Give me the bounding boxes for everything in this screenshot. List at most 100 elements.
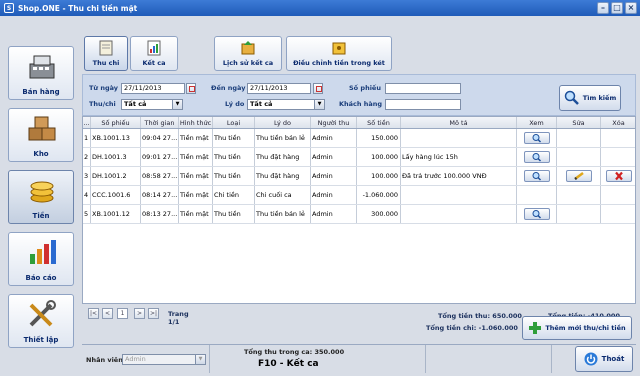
next-page-button[interactable]: > <box>134 308 145 319</box>
exit-button[interactable]: Thoát <box>575 346 633 372</box>
reason-select[interactable]: Tất cả ▼ <box>247 99 325 110</box>
column-header[interactable]: Số tiền <box>357 117 401 128</box>
view-button[interactable] <box>524 208 550 220</box>
from-date-field[interactable]: 27/11/2013 <box>121 83 185 94</box>
table-row[interactable]: 5 XB.1001.12 08:13 27... Tiền mặt Thu tiền Th… <box>83 205 635 224</box>
add-voucher-button[interactable]: Thêm mới thu/chi tiền <box>522 316 632 340</box>
maximize-button[interactable]: □ <box>611 2 623 14</box>
table-cell: Thu tiền bán lẻ <box>255 205 311 223</box>
table-cell: DH.1001.2 <box>91 167 141 185</box>
main-window: Bán hàng Kho Tiền Báo cáo Thiết lập Thu … <box>0 16 640 376</box>
edit-button[interactable] <box>566 170 592 182</box>
nav-label: Báo cáo <box>25 274 57 282</box>
voucher-field[interactable] <box>385 83 461 94</box>
view-button[interactable] <box>524 132 550 144</box>
voucher-table: ... Số phiếu Thời gian Hình thức Loại Lý do Ng… <box>82 116 636 304</box>
table-row[interactable]: 3 DH.1001.2 08:58 27... Tiền mặt Thu tiền Thu… <box>83 167 635 186</box>
safe-icon <box>332 42 346 55</box>
prev-page-button[interactable]: < <box>102 308 113 319</box>
table-cell: 2 <box>83 148 91 166</box>
table-cell: 150.000 <box>357 129 401 147</box>
column-header[interactable]: Thời gian <box>141 117 179 128</box>
table-cell: Thu tiền <box>213 148 255 166</box>
search-button[interactable]: Tìm kiếm <box>559 85 621 111</box>
column-header[interactable]: Sửa <box>557 117 601 128</box>
nav-kho[interactable]: Kho <box>8 108 74 162</box>
nav-thiet-lap[interactable]: Thiết lập <box>8 294 74 348</box>
calendar-icon[interactable] <box>313 83 323 94</box>
to-date-label: Đến ngày <box>211 84 246 92</box>
to-date-field[interactable]: 27/11/2013 <box>247 83 311 94</box>
boxes-icon <box>28 116 56 141</box>
type-value: Tất cả <box>124 100 147 108</box>
table-cell: XB.1001.12 <box>91 205 141 223</box>
close-button[interactable]: × <box>625 2 637 14</box>
staff-label: Nhân viên <box>86 356 123 364</box>
pencil-icon <box>574 172 584 181</box>
nav-ban-hang[interactable]: Bán hàng <box>8 46 74 100</box>
first-page-button[interactable]: |< <box>88 308 99 319</box>
view-button[interactable] <box>524 170 550 182</box>
exit-label: Thoát <box>601 355 625 363</box>
column-header[interactable]: ... <box>83 117 91 128</box>
table-cell: 300.000 <box>357 205 401 223</box>
column-header[interactable]: Lý do <box>255 117 311 128</box>
column-header[interactable]: Người thu <box>311 117 357 128</box>
magnifier-icon <box>532 210 542 219</box>
magnifier-icon <box>532 153 542 162</box>
reason-label: Lý do <box>225 100 245 108</box>
table-cell <box>557 205 601 223</box>
nav-bao-cao[interactable]: Báo cáo <box>8 232 74 286</box>
table-cell <box>517 186 557 204</box>
table-row[interactable]: 2 DH.1001.3 09:01 27... Tiền mặt Thu tiền Thu… <box>83 148 635 167</box>
column-header[interactable]: Loại <box>213 117 255 128</box>
table-cell: 1 <box>83 129 91 147</box>
delete-button[interactable] <box>606 170 632 182</box>
window-title: Shop.ONE - Thu chi tiền mặt <box>18 3 138 13</box>
nav-label: Thiết lập <box>23 336 59 344</box>
column-header[interactable]: Xóa <box>601 117 635 128</box>
table-cell: 09:04 27... <box>141 129 179 147</box>
shift-total: Tổng thu trong ca: 350.000 <box>244 348 345 356</box>
calendar-icon[interactable] <box>186 83 196 94</box>
column-header[interactable]: Số phiếu <box>91 117 141 128</box>
table-cell: XB.1001.13 <box>91 129 141 147</box>
page-number-field[interactable]: 1 <box>117 308 128 319</box>
minimize-button[interactable]: – <box>597 2 609 14</box>
f10-shortcut[interactable]: F10 - Kết ca <box>258 359 319 369</box>
table-row[interactable]: 1 XB.1001.13 09:04 27... Tiền mặt Thu tiền Th… <box>83 129 635 148</box>
table-cell: Tiền mặt <box>179 148 213 166</box>
table-cell: Thu tiền <box>213 205 255 223</box>
voucher-label: Số phiếu <box>349 84 381 92</box>
left-nav: Bán hàng Kho Tiền Báo cáo Thiết lập <box>4 42 78 354</box>
table-cell: Admin <box>311 148 357 166</box>
column-header[interactable]: Xem <box>517 117 557 128</box>
tab-lich-su-ket-ca[interactable]: Lịch sử kết ca <box>214 36 282 71</box>
chevron-down-icon: ▼ <box>195 355 205 364</box>
tab-thu-chi[interactable]: Thu chi <box>84 36 128 71</box>
table-cell: Chi cuối ca <box>255 186 311 204</box>
last-page-button[interactable]: >| <box>148 308 159 319</box>
table-cell: Thu tiền bán lẻ <box>255 129 311 147</box>
column-header[interactable]: Mô tả <box>401 117 517 128</box>
nav-tien[interactable]: Tiền <box>8 170 74 224</box>
magnifier-icon <box>532 134 542 143</box>
customer-field[interactable] <box>385 99 461 110</box>
table-cell: Tiền mặt <box>179 129 213 147</box>
table-row[interactable]: 4 CCC.1001.6 08:14 27... Tiền mặt Chi tiền Ch… <box>83 186 635 205</box>
title-bar: S Shop.ONE - Thu chi tiền mặt – □ × <box>0 0 640 16</box>
chevron-down-icon: ▼ <box>172 100 182 109</box>
table-cell <box>557 148 601 166</box>
column-header[interactable]: Hình thức <box>179 117 213 128</box>
tab-ket-ca[interactable]: Kết ca <box>130 36 178 71</box>
document-icon <box>99 40 113 56</box>
status-bar: Nhân viên Admin ▼ Tổng thu trong ca: 350.… <box>82 344 636 373</box>
customer-label: Khách hàng <box>339 100 383 108</box>
total-expense: Tổng tiền chi: -1.060.000 <box>426 324 518 332</box>
type-select[interactable]: Tất cả ▼ <box>121 99 183 110</box>
tab-dieu-chinh-tien[interactable]: Điều chỉnh tiền trong két <box>286 36 392 71</box>
nav-label: Kho <box>33 150 49 158</box>
view-button[interactable] <box>524 151 550 163</box>
table-cell: 5 <box>83 205 91 223</box>
table-cell: Thu tiền <box>213 129 255 147</box>
